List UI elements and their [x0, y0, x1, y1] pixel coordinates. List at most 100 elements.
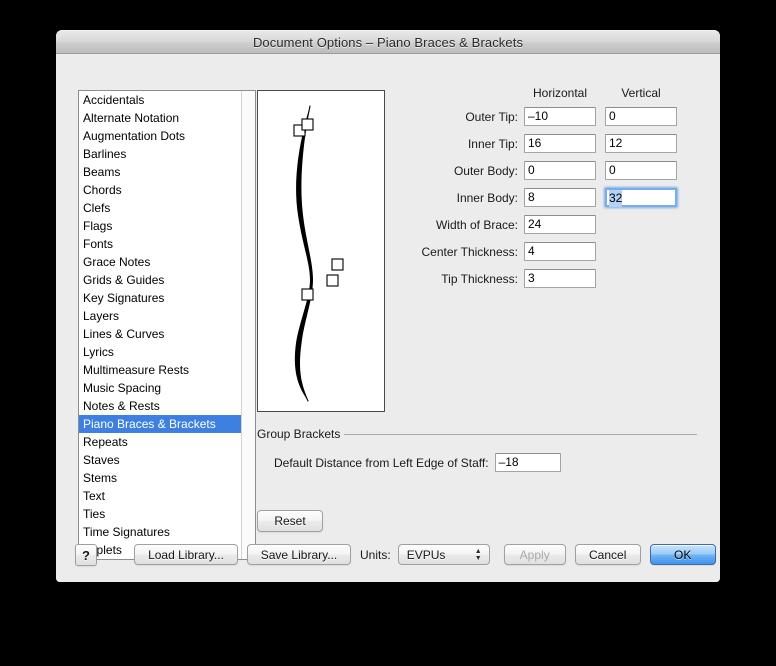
piano-brace-preview[interactable] [257, 90, 385, 412]
sidebar-item-stems[interactable]: Stems [79, 469, 242, 487]
title-bar[interactable]: Document Options – Piano Braces & Bracke… [56, 30, 720, 54]
group-brackets-section: Group Brackets Default Distance from Lef… [257, 427, 697, 472]
input-outer-tip-horizontal[interactable]: –10 [524, 107, 596, 126]
brace-body [294, 106, 313, 401]
default-distance-label: Default Distance from Left Edge of Staff… [274, 455, 489, 470]
sidebar-item-flags[interactable]: Flags [79, 217, 242, 235]
sidebar-item-notes-rests[interactable]: Notes & Rests [79, 397, 242, 415]
input-outer-tip-vertical[interactable]: 0 [605, 107, 677, 126]
parameter-column-headers: Horizontal Vertical [524, 86, 701, 100]
input-width-of-brace[interactable]: 24 [524, 215, 596, 234]
param-label-inner-tip: Inner Tip: [467, 136, 518, 151]
default-distance-input[interactable]: –18 [494, 453, 561, 472]
param-row-outer-body: Outer Body: 0 0 [401, 157, 701, 184]
sidebar-item-lines-curves[interactable]: Lines & Curves [79, 325, 242, 343]
default-distance-row: Default Distance from Left Edge of Staff… [257, 453, 697, 472]
param-label-tip-thickness: Tip Thickness: [441, 271, 518, 286]
sidebar-item-grace-notes[interactable]: Grace Notes [79, 253, 242, 271]
units-selected-value: EVPUs [406, 547, 446, 562]
cancel-button[interactable]: Cancel [574, 544, 641, 565]
value-outer-body-vertical: 0 [609, 163, 616, 177]
window-title: Document Options – Piano Braces & Bracke… [252, 34, 524, 50]
sidebar-item-time-signatures[interactable]: Time Signatures [79, 523, 242, 541]
brace-preview-svg [293, 105, 344, 402]
sidebar-item-staves[interactable]: Staves [79, 451, 242, 469]
sidebar-item-clefs[interactable]: Clefs [79, 199, 242, 217]
param-row-center-thickness: Center Thickness: 4 [401, 238, 701, 265]
column-header-horizontal: Horizontal [532, 86, 588, 100]
apply-button[interactable]: Apply [503, 544, 566, 565]
units-dropdown[interactable]: EVPUs ▲ ▼ [397, 544, 490, 565]
parameter-single-rows: Width of Brace: 24 Center Thickness: 4 Tip T… [401, 211, 701, 292]
input-inner-body-horizontal[interactable]: 8 [524, 188, 596, 207]
document-options-dialog: Document Options – Piano Braces & Bracke… [56, 30, 720, 582]
sidebar-item-ties[interactable]: Ties [79, 505, 242, 523]
value-outer-tip-horizontal: –10 [528, 109, 549, 123]
input-outer-body-horizontal[interactable]: 0 [524, 161, 596, 180]
save-library-button[interactable]: Save Library... [247, 544, 351, 565]
column-header-vertical: Vertical [621, 86, 661, 100]
input-center-thickness[interactable]: 4 [524, 242, 596, 261]
param-row-inner-tip: Inner Tip: 16 12 [401, 130, 701, 157]
outer-body-handle[interactable] [326, 274, 339, 287]
sidebar-item-beams[interactable]: Beams [79, 163, 242, 181]
category-list[interactable]: Accidentals Alternate Notation Augmentatio… [79, 91, 242, 559]
sidebar-item-layers[interactable]: Layers [79, 307, 242, 325]
sidebar-item-lyrics[interactable]: Lyrics [79, 343, 242, 361]
category-list-scrollbar[interactable] [241, 91, 255, 559]
sidebar-item-fonts[interactable]: Fonts [79, 235, 242, 253]
param-row-width-of-brace: Width of Brace: 24 [401, 211, 701, 238]
reset-button[interactable]: Reset [257, 510, 323, 532]
input-inner-body-vertical[interactable]: 32 [605, 188, 677, 207]
ok-button[interactable]: OK [649, 544, 716, 565]
sidebar-item-repeats[interactable]: Repeats [79, 433, 242, 451]
dialog-action-bar: Load Library... Save Library... Units: E… [134, 544, 720, 565]
center-thickness-handle[interactable] [301, 288, 314, 301]
stepper-chevrons-icon: ▲ ▼ [475, 548, 482, 562]
param-label-outer-body: Outer Body: [453, 163, 518, 178]
sidebar-item-alternate-notation[interactable]: Alternate Notation [79, 109, 242, 127]
sidebar-item-piano-braces-brackets[interactable]: Piano Braces & Brackets [79, 415, 242, 433]
param-row-outer-tip: Outer Tip: –10 0 [401, 103, 701, 130]
value-width-of-brace: 24 [528, 217, 542, 231]
param-row-tip-thickness: Tip Thickness: 3 [401, 265, 701, 292]
value-center-thickness: 4 [528, 244, 535, 258]
chevron-down-icon: ▼ [474, 554, 482, 562]
value-tip-thickness: 3 [528, 271, 535, 285]
value-inner-tip-vertical: 12 [609, 136, 623, 150]
input-outer-body-vertical[interactable]: 0 [605, 161, 677, 180]
param-row-inner-body: Inner Body: 8 32 [401, 184, 701, 211]
input-tip-thickness[interactable]: 3 [524, 269, 596, 288]
sidebar-item-barlines[interactable]: Barlines [79, 145, 242, 163]
sidebar-item-multimeasure-rests[interactable]: Multimeasure Rests [79, 361, 242, 379]
value-outer-body-horizontal: 0 [528, 163, 535, 177]
input-inner-tip-vertical[interactable]: 12 [605, 134, 677, 153]
units-label: Units: [360, 547, 391, 562]
group-brackets-divider [344, 433, 697, 435]
help-button[interactable]: ? [75, 544, 97, 566]
brace-parameters: Horizontal Vertical Outer Tip: –10 0 Inner … [401, 86, 701, 292]
parameter-rows: Outer Tip: –10 0 Inner Tip: 16 12 Outer Body: 0… [401, 103, 701, 211]
sidebar-item-music-spacing[interactable]: Music Spacing [79, 379, 242, 397]
dialog-body: Accidentals Alternate Notation Augmentatio… [56, 54, 720, 582]
inner-body-handle[interactable] [331, 258, 344, 271]
category-list-frame: Accidentals Alternate Notation Augmentatio… [78, 90, 256, 560]
inner-tip-handle[interactable] [301, 118, 314, 131]
input-inner-tip-horizontal[interactable]: 16 [524, 134, 596, 153]
sidebar-item-key-signatures[interactable]: Key Signatures [79, 289, 242, 307]
sidebar-item-accidentals[interactable]: Accidentals [79, 91, 242, 109]
value-inner-body-vertical: 32 [609, 190, 623, 207]
sidebar-item-text[interactable]: Text [79, 487, 242, 505]
value-inner-body-horizontal: 8 [528, 190, 535, 204]
value-inner-tip-horizontal: 16 [528, 136, 542, 150]
param-label-outer-tip: Outer Tip: [465, 109, 518, 124]
group-brackets-legend: Group Brackets [257, 427, 341, 441]
sidebar-item-chords[interactable]: Chords [79, 181, 242, 199]
chevron-up-icon: ▲ [474, 547, 482, 555]
sidebar-item-grids-guides[interactable]: Grids & Guides [79, 271, 242, 289]
load-library-button[interactable]: Load Library... [134, 544, 238, 565]
param-label-width-of-brace: Width of Brace: [435, 217, 518, 232]
group-brackets-legend-row: Group Brackets [257, 427, 697, 441]
default-distance-value: –18 [498, 455, 519, 469]
sidebar-item-augmentation-dots[interactable]: Augmentation Dots [79, 127, 242, 145]
